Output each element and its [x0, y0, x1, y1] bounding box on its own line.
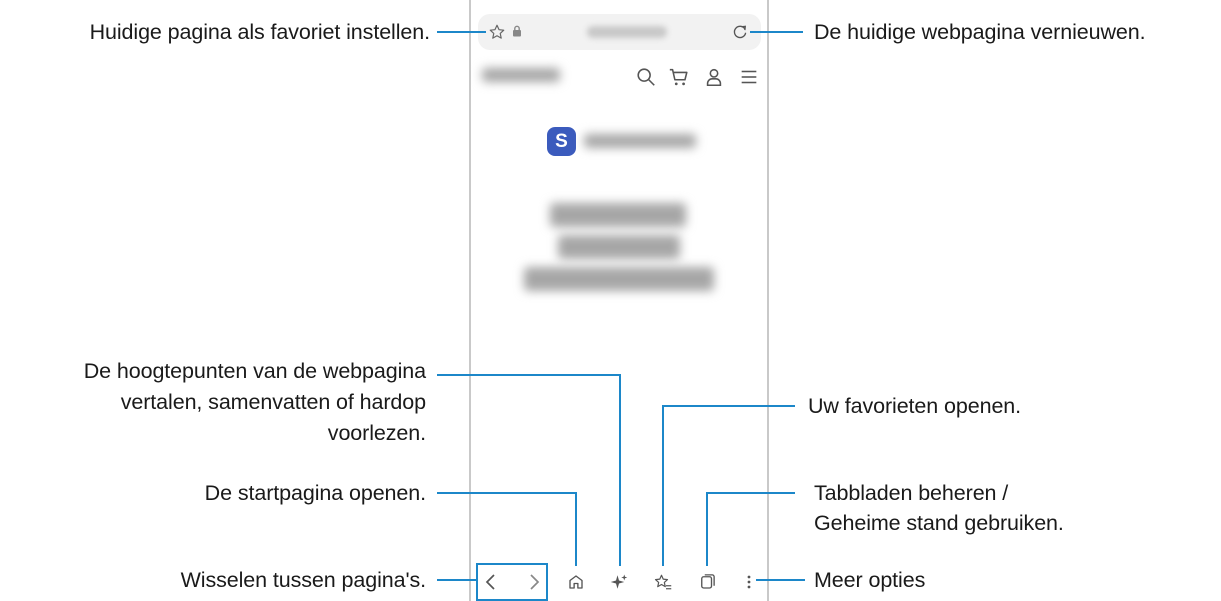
- callout-tabs-line-2: Geheime stand gebruiken.: [814, 511, 1064, 535]
- callout-switch-pages: Wisselen tussen pagina's.: [180, 568, 427, 592]
- callout-home: De startpagina openen.: [204, 481, 426, 505]
- callout-highlights-line-1: De hoogtepunten van de webpagina: [83, 359, 426, 383]
- callout-tabs-line-1: Tabbladen beheren /: [814, 481, 1009, 505]
- callout-refresh: De huidige webpagina vernieuwen.: [814, 20, 1146, 44]
- callout-highlights-line-3: voorlezen.: [327, 421, 426, 445]
- callout-bookmarks: Uw favorieten openen.: [808, 394, 1022, 418]
- callout-highlights-line-2: vertalen, samenvatten of hardop: [120, 390, 426, 414]
- callout-favorite: Huidige pagina als favoriet instellen.: [89, 20, 431, 44]
- callout-more: Meer opties: [814, 568, 926, 592]
